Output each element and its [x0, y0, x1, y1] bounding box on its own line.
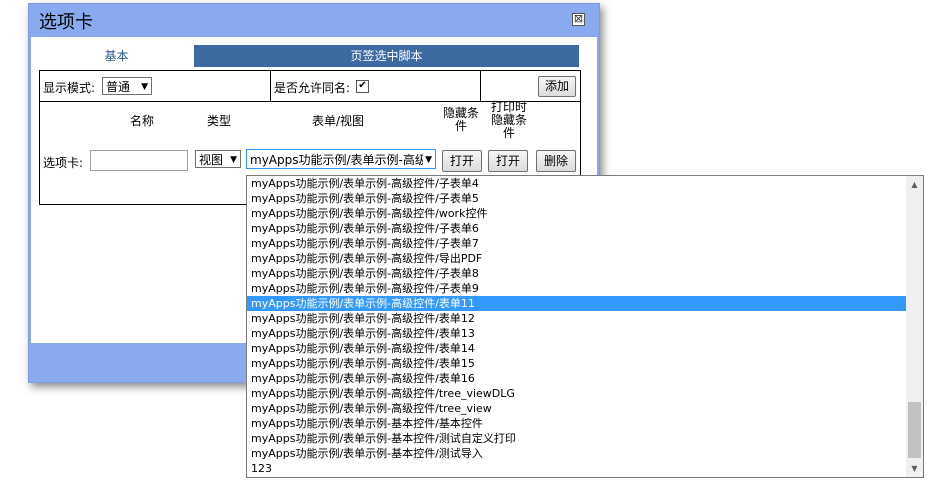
header-name: 名称 — [129, 114, 154, 128]
chevron-down-icon: ▼ — [141, 82, 148, 92]
chevron-down-icon: ▼ — [423, 150, 432, 168]
dropdown-option[interactable]: myApps功能示例/表单示例-高级控件/子表单8 — [247, 266, 906, 281]
tab-bar: 基本 页签选中脚本 — [39, 45, 579, 67]
header-type: 类型 — [206, 114, 231, 128]
tab-basic[interactable]: 基本 — [39, 45, 194, 67]
dialog-titlebar[interactable]: 选项卡 ⊠ — [29, 4, 599, 37]
display-mode-value: 普通 — [106, 80, 131, 94]
divider — [480, 71, 481, 101]
dropdown-option[interactable]: myApps功能示例/表单示例-高级控件/导出PDF — [247, 251, 906, 266]
header-print-hide-condition: 打印时隐藏条件 — [490, 100, 527, 140]
close-icon[interactable]: ⊠ — [572, 13, 585, 26]
dropdown-option[interactable]: myApps功能示例/表单示例-高级控件/表单11 — [247, 296, 906, 311]
type-select[interactable]: 视图 ▼ — [195, 150, 241, 168]
display-mode-label: 显示模式: — [43, 81, 96, 95]
dropdown-option[interactable]: myApps功能示例/表单示例-基本控件/基本控件 — [247, 416, 906, 431]
dialog-title: 选项卡 — [39, 12, 93, 33]
dropdown-option[interactable]: myApps功能示例/表单示例-高级控件/表单16 — [247, 371, 906, 386]
dropdown-option[interactable]: myApps功能示例/表单示例-高级控件/表单14 — [247, 341, 906, 356]
display-mode-select[interactable]: 普通 ▼ — [102, 77, 152, 95]
dropdown-option[interactable]: myApps功能示例/表单示例-基本控件/测试导入 — [247, 446, 906, 461]
dropdown-option[interactable]: myApps功能示例/表单示例-高级控件/tree_view — [247, 401, 906, 416]
dropdown-option[interactable]: myApps功能示例/表单示例-高级控件/表单12 — [247, 311, 906, 326]
header-hide-condition: 隐藏条件 — [442, 106, 479, 133]
dropdown-option[interactable]: myApps功能示例/表单示例-高级控件/work控件 — [247, 206, 906, 221]
tab-name-input[interactable] — [90, 150, 188, 171]
delete-button[interactable]: 删除 — [536, 150, 576, 172]
dropdown-option[interactable]: myApps功能示例/表单示例-高级控件/tree_viewDLG — [247, 386, 906, 401]
open-hide-condition-button[interactable]: 打开 — [442, 150, 482, 172]
dropdown-option[interactable]: myApps功能示例/表单示例-高级控件/表单15 — [247, 356, 906, 371]
open-print-hide-condition-button[interactable]: 打开 — [488, 150, 528, 172]
dropdown-option[interactable]: 123 — [247, 461, 906, 476]
dropdown-options: myApps功能示例/表单示例-高级控件/子表单4 myApps功能示例/表单示例… — [247, 176, 906, 476]
scrollbar-thumb[interactable] — [908, 402, 921, 458]
dropdown-option[interactable]: myApps功能示例/表单示例-高级控件/子表单9 — [247, 281, 906, 296]
settings-row: 显示模式: 普通 ▼ 是否允许同名: ✔ 添加 — [40, 71, 580, 102]
dropdown-option[interactable]: myApps功能示例/表单示例-基本控件/测试自定义打印 — [247, 431, 906, 446]
header-form-view: 表单/视图 — [311, 114, 365, 128]
type-value: 视图 — [199, 153, 224, 167]
allow-same-name-label: 是否允许同名: — [274, 81, 351, 95]
form-view-value: myApps功能示例/表单示例-高级 — [250, 153, 427, 167]
scroll-up-icon[interactable]: ▲ — [906, 176, 923, 193]
form-view-dropdown-list[interactable]: myApps功能示例/表单示例-高级控件/子表单4 myApps功能示例/表单示例… — [246, 175, 924, 478]
tab-row-label: 选项卡: — [43, 156, 84, 170]
scroll-down-icon[interactable]: ▼ — [906, 460, 923, 477]
tab-selected-script[interactable]: 页签选中脚本 — [194, 45, 579, 67]
chevron-down-icon: ▼ — [230, 155, 237, 165]
dropdown-option[interactable]: myApps功能示例/表单示例-高级控件/子表单6 — [247, 221, 906, 236]
add-button[interactable]: 添加 — [538, 76, 576, 97]
dropdown-option[interactable]: myApps功能示例/表单示例-高级控件/子表单5 — [247, 191, 906, 206]
divider — [270, 71, 271, 101]
dropdown-option[interactable]: myApps功能示例/表单示例-高级控件/子表单7 — [247, 236, 906, 251]
form-view-select[interactable]: myApps功能示例/表单示例-高级 ▼ — [246, 149, 436, 169]
dropdown-scrollbar[interactable]: ▲ ▼ — [906, 176, 923, 477]
allow-same-name-checkbox[interactable]: ✔ — [356, 80, 369, 93]
dropdown-option[interactable]: myApps功能示例/表单示例-高级控件/子表单4 — [247, 176, 906, 191]
dropdown-option[interactable]: myApps功能示例/表单示例-高级控件/表单13 — [247, 326, 906, 341]
